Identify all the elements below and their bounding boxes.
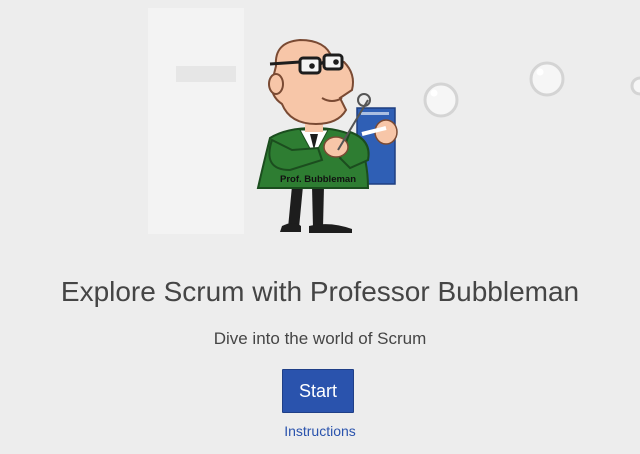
start-button[interactable]: Start xyxy=(282,369,354,413)
background-panel-shade xyxy=(176,66,236,82)
professor-bubbleman-illustration: Prof. Bubbleman xyxy=(256,38,398,233)
landing-page: Prof. Bubbleman Explore Scrum with Profe… xyxy=(0,0,640,454)
bubble-icon xyxy=(529,61,565,97)
bubble-icon xyxy=(423,82,459,118)
hero-illustration: Prof. Bubbleman xyxy=(148,8,640,234)
page-subtitle: Dive into the world of Scrum xyxy=(213,329,427,348)
name-badge: Prof. Bubbleman xyxy=(280,174,356,185)
instructions-link[interactable]: Instructions xyxy=(0,423,640,439)
background-panel xyxy=(148,8,244,234)
page-title: Explore Scrum with Professor Bubbleman xyxy=(60,276,580,307)
bubble-icon xyxy=(630,76,640,96)
